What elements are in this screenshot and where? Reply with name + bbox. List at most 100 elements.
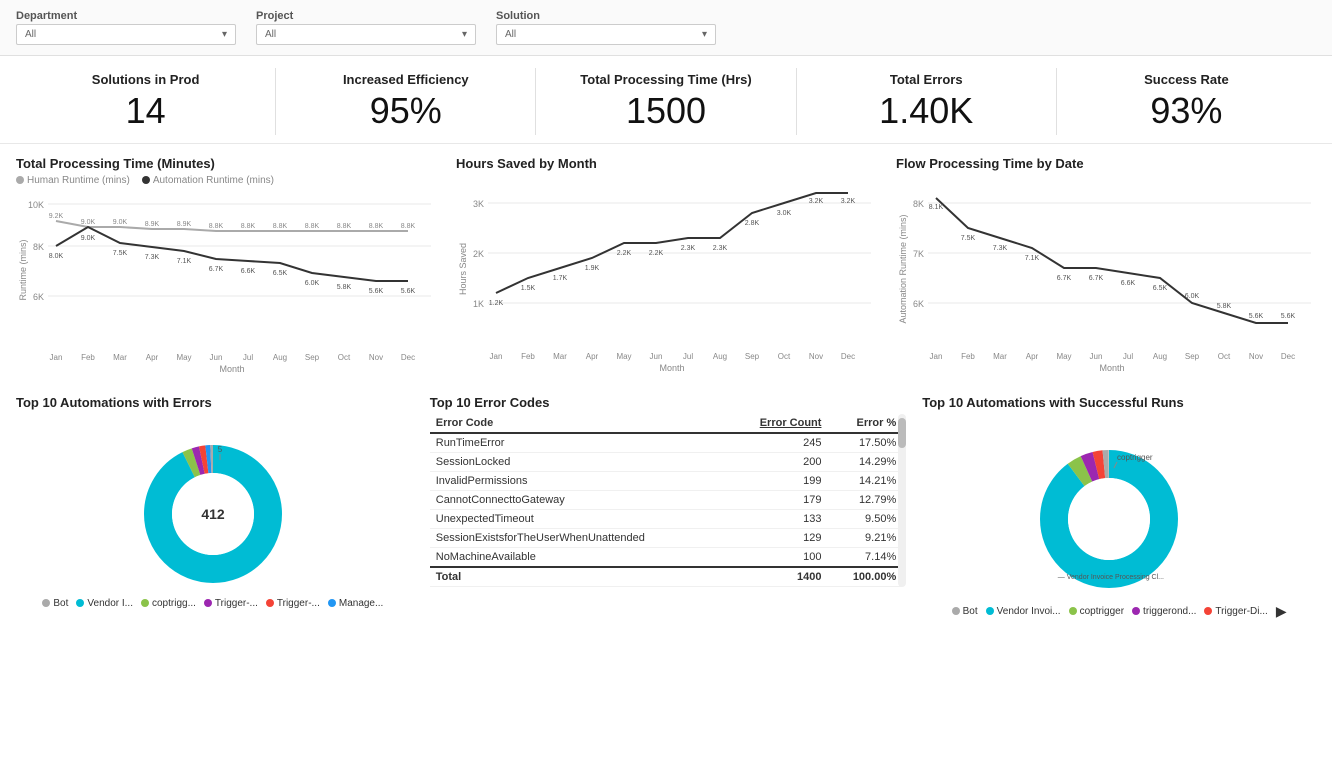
legend-vendor-success: Vendor Invoi... bbox=[986, 603, 1061, 620]
project-filter: Project All ▾ bbox=[256, 10, 476, 45]
svg-text:5.8K: 5.8K bbox=[1217, 303, 1232, 310]
svg-text:Nov: Nov bbox=[809, 352, 823, 361]
svg-text:8.8K: 8.8K bbox=[305, 223, 320, 230]
svg-text:Feb: Feb bbox=[961, 352, 975, 361]
svg-text:Mar: Mar bbox=[113, 353, 127, 362]
svg-text:Sep: Sep bbox=[305, 353, 320, 362]
svg-text:Jul: Jul bbox=[683, 352, 693, 361]
svg-text:6.5K: 6.5K bbox=[273, 270, 288, 277]
svg-text:6.0K: 6.0K bbox=[305, 280, 320, 287]
svg-text:9.0K: 9.0K bbox=[113, 219, 128, 226]
human-runtime-legend: Human Runtime (mins) bbox=[16, 175, 130, 186]
svg-text:8.8K: 8.8K bbox=[241, 223, 256, 230]
svg-text:8K: 8K bbox=[33, 242, 44, 252]
svg-text:— Vendor Invoice Processing Cl: — Vendor Invoice Processing Cl... bbox=[1058, 574, 1164, 581]
svg-text:1.9K: 1.9K bbox=[585, 265, 600, 272]
department-select[interactable]: All ▾ bbox=[16, 24, 236, 45]
svg-text:Mar: Mar bbox=[993, 352, 1007, 361]
svg-text:5.6K: 5.6K bbox=[1281, 313, 1296, 320]
table-row: SessionExistsforTheUserWhenUnattended129… bbox=[430, 528, 903, 547]
legend-vendor-errors: Vendor I... bbox=[76, 598, 133, 609]
svg-text:coptrigger: coptrigger bbox=[1117, 453, 1153, 462]
success-donut-section: Top 10 Automations with Successful Runs … bbox=[914, 391, 1324, 663]
svg-text:Apr: Apr bbox=[1026, 352, 1039, 361]
svg-text:3K: 3K bbox=[473, 199, 484, 209]
svg-text:Dec: Dec bbox=[1281, 352, 1295, 361]
svg-text:7.5K: 7.5K bbox=[113, 250, 128, 257]
svg-text:5.8K: 5.8K bbox=[337, 284, 352, 291]
svg-text:Jul: Jul bbox=[243, 353, 253, 362]
flow-processing-title: Flow Processing Time by Date bbox=[896, 156, 1316, 171]
svg-text:7.1K: 7.1K bbox=[1025, 255, 1040, 262]
svg-text:Aug: Aug bbox=[1153, 352, 1167, 361]
total-pct: 100.00% bbox=[827, 567, 902, 587]
svg-text:Aug: Aug bbox=[273, 353, 287, 362]
kpi-solutions-title: Solutions in Prod bbox=[26, 72, 265, 87]
svg-text:5.6K: 5.6K bbox=[369, 288, 384, 295]
svg-text:8.9K: 8.9K bbox=[145, 221, 160, 228]
svg-text:Jun: Jun bbox=[650, 352, 663, 361]
svg-text:2.8K: 2.8K bbox=[745, 220, 760, 227]
svg-text:Nov: Nov bbox=[369, 353, 383, 362]
svg-text:Aug: Aug bbox=[713, 352, 727, 361]
hours-saved-chart: Hours Saved by Month 3K 2K 1K Hours Save… bbox=[448, 152, 884, 387]
svg-text:Apr: Apr bbox=[146, 353, 159, 362]
kpi-processing-time: Total Processing Time (Hrs) 1500 bbox=[536, 68, 796, 135]
svg-text:Jan: Jan bbox=[50, 353, 63, 362]
error-codes-section: Top 10 Error Codes Error Code Error Coun… bbox=[422, 391, 911, 663]
processing-time-chart: Total Processing Time (Minutes) Human Ru… bbox=[8, 152, 444, 387]
solution-label: Solution bbox=[496, 10, 716, 22]
kpi-solutions-in-prod: Solutions in Prod 14 bbox=[16, 68, 276, 135]
errors-donut-legend: Bot Vendor I... coptrigg... Trigger-... … bbox=[42, 598, 383, 609]
svg-text:Feb: Feb bbox=[521, 352, 535, 361]
svg-text:2K: 2K bbox=[473, 249, 484, 259]
svg-text:8.9K: 8.9K bbox=[177, 221, 192, 228]
solution-select[interactable]: All ▾ bbox=[496, 24, 716, 45]
svg-text:Month: Month bbox=[659, 363, 684, 373]
kpi-processing-title: Total Processing Time (Hrs) bbox=[546, 72, 785, 87]
svg-text:1.2K: 1.2K bbox=[489, 300, 504, 307]
flow-processing-chart-svg: 8K 7K 6K Automation Runtime (mins) 8.1K … bbox=[896, 189, 1316, 382]
svg-text:2.2K: 2.2K bbox=[617, 250, 632, 257]
svg-text:7.3K: 7.3K bbox=[145, 254, 160, 261]
svg-text:8.8K: 8.8K bbox=[209, 223, 224, 230]
svg-text:1K: 1K bbox=[473, 299, 484, 309]
project-select[interactable]: All ▾ bbox=[256, 24, 476, 45]
department-chevron-icon: ▾ bbox=[222, 29, 227, 40]
table-row: NoMachineAvailable1007.14% bbox=[430, 547, 903, 567]
project-value: All bbox=[265, 29, 276, 40]
hours-saved-chart-svg: 3K 2K 1K Hours Saved 1.2K 1.5K 1.7K 1.9K… bbox=[456, 189, 876, 382]
table-row: UnexpectedTimeout1339.50% bbox=[430, 509, 903, 528]
svg-text:6.0K: 6.0K bbox=[1185, 293, 1200, 300]
svg-text:Jun: Jun bbox=[1090, 352, 1103, 361]
solution-chevron-icon: ▾ bbox=[702, 29, 707, 40]
success-donut-wrap: coptrigger — Vendor Invoice Processing C… bbox=[922, 414, 1316, 620]
svg-text:Dec: Dec bbox=[841, 352, 855, 361]
svg-text:Feb: Feb bbox=[81, 353, 95, 362]
legend-coptrigger-success: coptrigger bbox=[1069, 603, 1124, 620]
svg-text:Apr: Apr bbox=[586, 352, 599, 361]
error-codes-title: Top 10 Error Codes bbox=[430, 395, 903, 410]
table-row: SessionLocked20014.29% bbox=[430, 452, 903, 471]
svg-text:3.0K: 3.0K bbox=[777, 210, 792, 217]
svg-text:2.3K: 2.3K bbox=[713, 245, 728, 252]
table-row: InvalidPermissions19914.21% bbox=[430, 471, 903, 490]
svg-text:Oct: Oct bbox=[778, 352, 791, 361]
errors-donut-section: Top 10 Automations with Errors 412 5 bbox=[8, 391, 418, 663]
svg-text:6.7K: 6.7K bbox=[1089, 275, 1104, 282]
next-page-icon[interactable]: ▶ bbox=[1276, 603, 1287, 620]
errors-donut-wrap: 412 5 Bot Vendor I... coptrigg... bbox=[16, 414, 410, 609]
svg-text:May: May bbox=[616, 352, 631, 361]
table-scrollbar[interactable] bbox=[898, 414, 906, 587]
svg-text:8.0K: 8.0K bbox=[49, 253, 64, 260]
svg-text:Sep: Sep bbox=[1185, 352, 1200, 361]
svg-text:Hours Saved: Hours Saved bbox=[458, 243, 468, 295]
department-label: Department bbox=[16, 10, 236, 22]
svg-text:9.0K: 9.0K bbox=[81, 235, 96, 242]
table-row: CannotConnecttoGateway17912.79% bbox=[430, 490, 903, 509]
svg-text:8K: 8K bbox=[913, 199, 924, 209]
hours-saved-title: Hours Saved by Month bbox=[456, 156, 876, 171]
processing-time-title: Total Processing Time (Minutes) bbox=[16, 156, 436, 171]
svg-text:1.7K: 1.7K bbox=[553, 275, 568, 282]
svg-text:Runtime (mins): Runtime (mins) bbox=[18, 239, 28, 300]
